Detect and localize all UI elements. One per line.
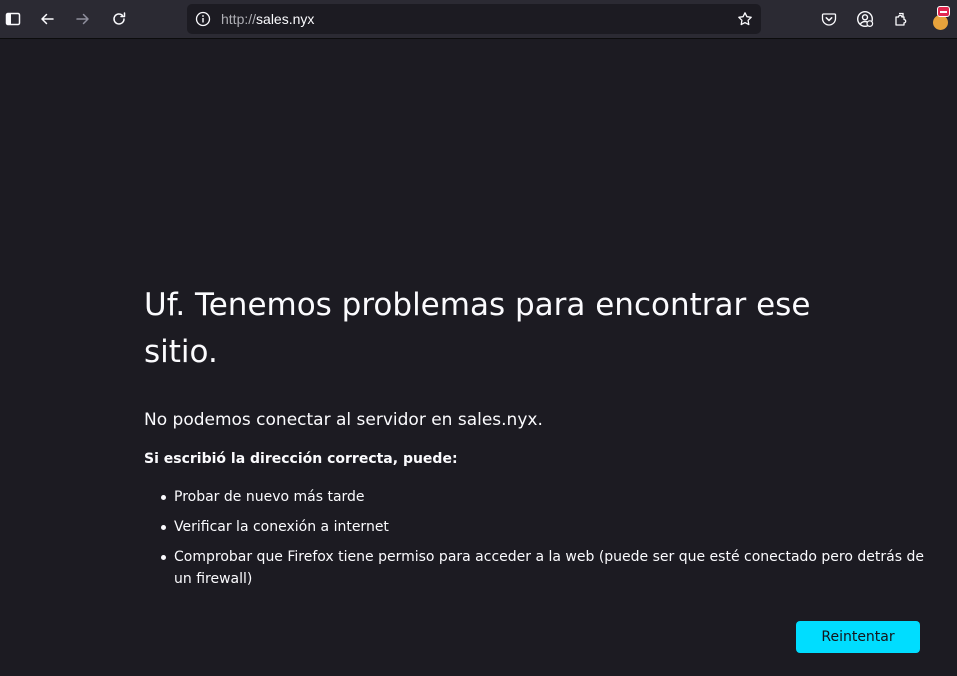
forward-icon — [75, 11, 91, 27]
account-icon — [856, 10, 874, 28]
suggestions-heading: Si escribió la dirección correcta, puede… — [144, 451, 458, 467]
suggestions-list: Probar de nuevo más tarde Verificar la c… — [144, 486, 924, 590]
reload-icon — [111, 11, 127, 27]
url-protocol: http:// — [221, 11, 257, 27]
url-text[interactable]: http://sales.nyx — [221, 11, 314, 27]
url-bar[interactable]: http://sales.nyx — [187, 4, 761, 34]
error-content: Uf. Tenemos problemas para encontrar ese… — [144, 282, 924, 598]
extensions-button[interactable] — [888, 6, 914, 32]
sidebar-toggle-button[interactable] — [0, 6, 26, 32]
back-button[interactable] — [34, 6, 60, 32]
browser-toolbar: http://sales.nyx — [0, 0, 957, 39]
sidebar-icon — [5, 11, 21, 27]
list-item: Probar de nuevo más tarde — [144, 486, 924, 508]
pocket-icon — [821, 11, 837, 27]
info-icon[interactable] — [194, 10, 212, 28]
reload-button[interactable] — [106, 6, 132, 32]
retry-button[interactable]: Reintentar — [796, 621, 920, 653]
error-title: Uf. Tenemos problemas para encontrar ese… — [144, 287, 811, 370]
list-item: Verificar la conexión a internet — [144, 516, 924, 538]
back-icon — [39, 11, 55, 27]
list-item: Comprobar que Firefox tiene permiso para… — [144, 546, 924, 590]
account-button[interactable] — [852, 6, 878, 32]
error-description: No podemos conectar al servidor en sales… — [144, 410, 543, 430]
pocket-button[interactable] — [816, 6, 842, 32]
notification-badge-icon — [937, 6, 950, 17]
avatar-button[interactable] — [929, 6, 953, 32]
avatar-icon — [933, 15, 948, 30]
forward-button[interactable] — [70, 6, 96, 32]
bookmark-star-icon[interactable] — [735, 9, 755, 29]
extensions-icon — [893, 11, 909, 27]
url-host: sales.nyx — [256, 11, 315, 27]
